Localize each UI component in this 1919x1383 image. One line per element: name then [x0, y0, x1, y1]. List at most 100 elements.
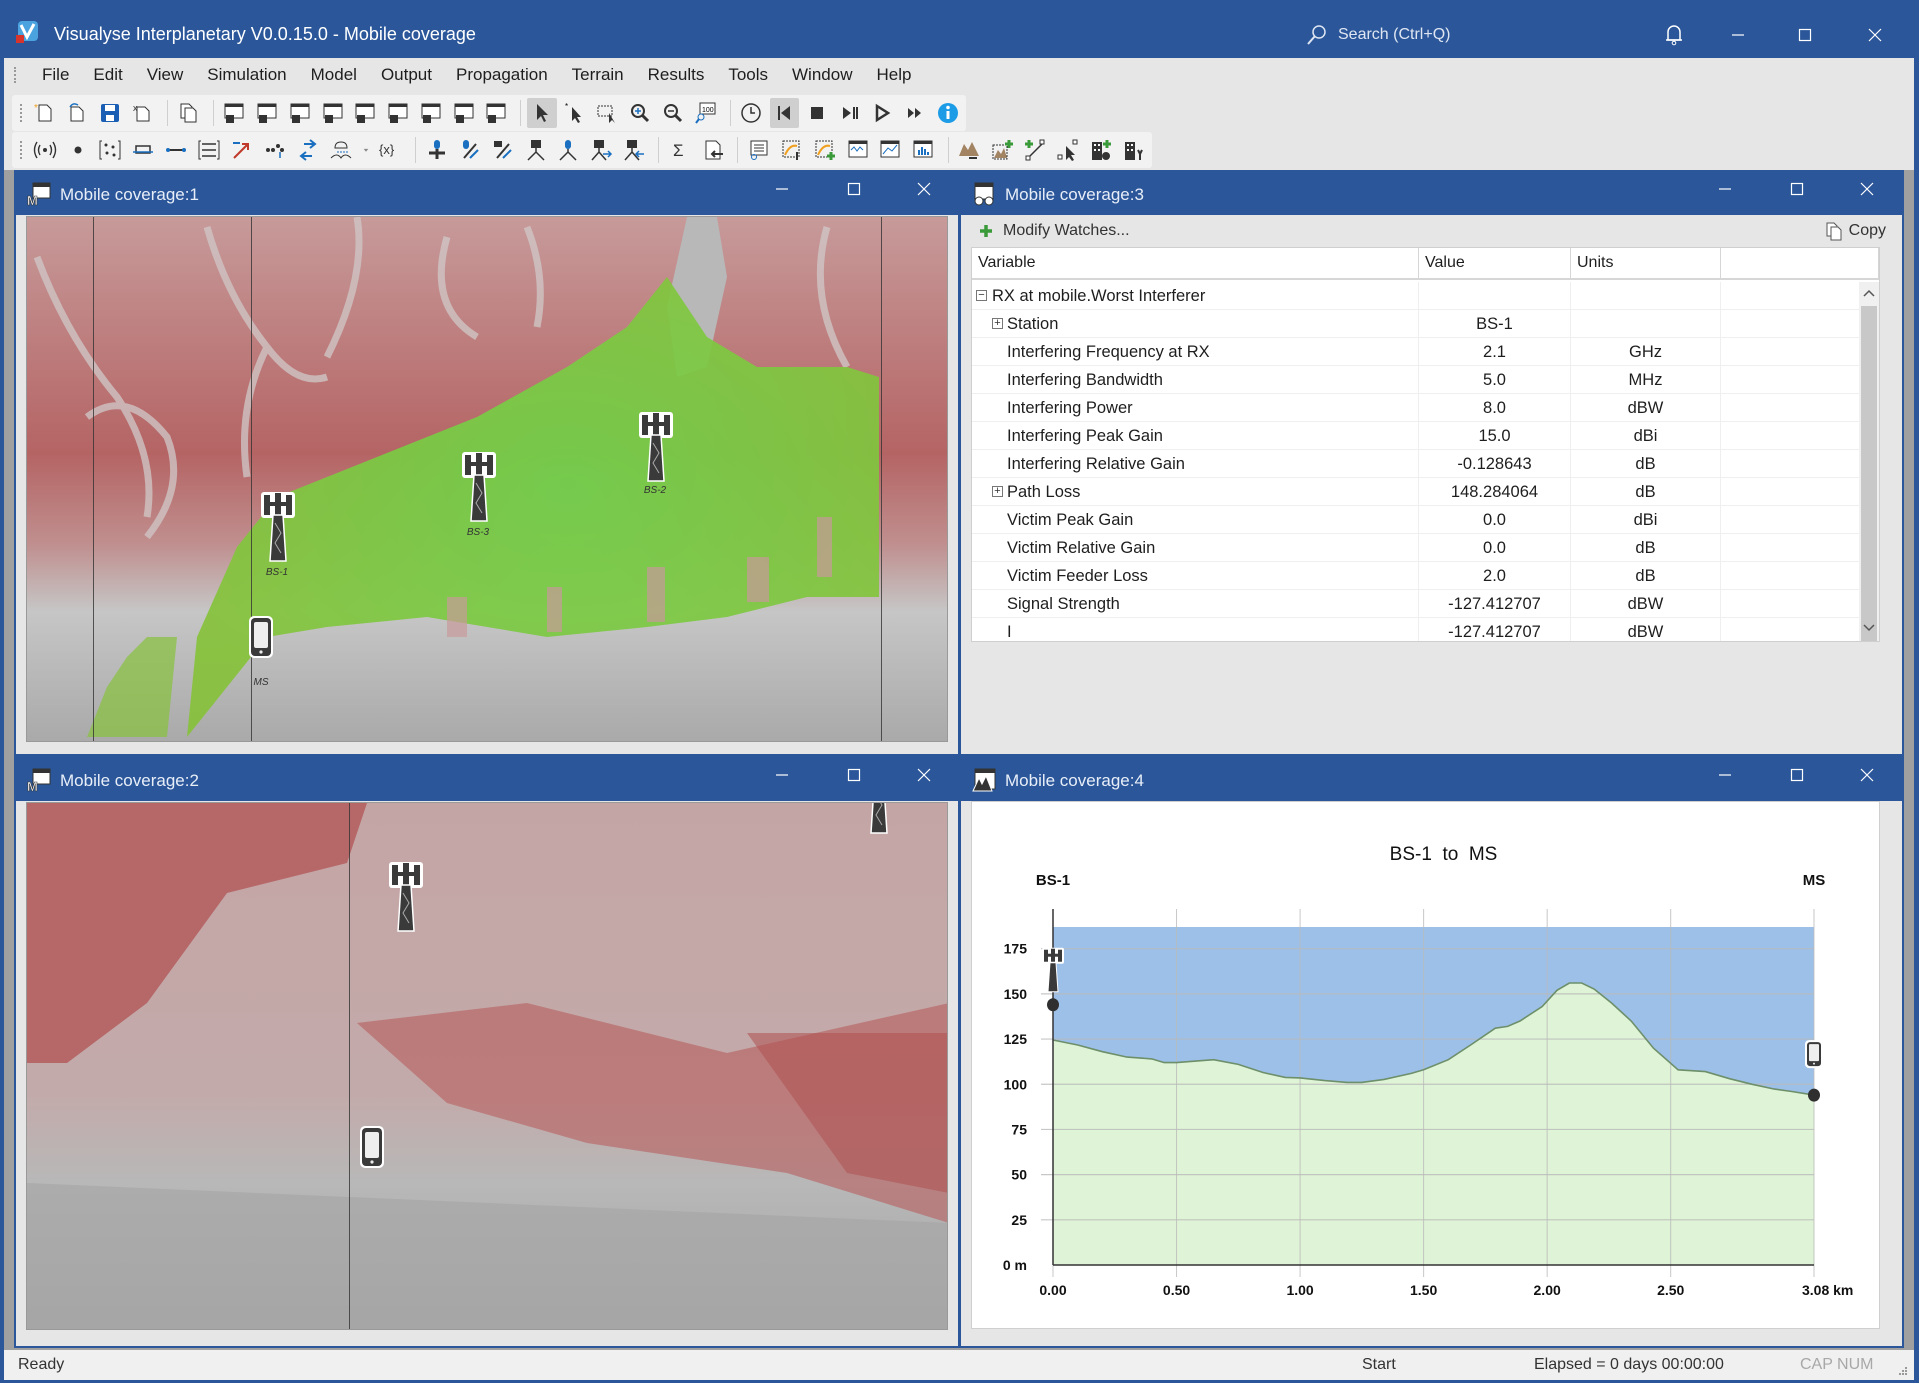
tools-view-button[interactable]	[482, 98, 511, 128]
window-minimize-button[interactable]	[767, 760, 797, 790]
menu-tools[interactable]: Tools	[716, 60, 780, 90]
terrain-button[interactable]	[955, 135, 984, 165]
zoom-100-button[interactable]: 100	[691, 98, 720, 128]
minimize-button[interactable]	[1723, 20, 1753, 50]
station-group-button[interactable]	[96, 135, 125, 165]
window-maximize-button[interactable]	[839, 174, 869, 204]
swap-button[interactable]	[293, 135, 322, 165]
station-ms[interactable]	[359, 1125, 385, 1174]
menu-terrain[interactable]: Terrain	[560, 60, 636, 90]
menu-output[interactable]: Output	[369, 60, 444, 90]
copy-button[interactable]	[174, 98, 203, 128]
histogram-button[interactable]	[909, 135, 938, 165]
window-title-bar[interactable]: M Mobile coverage:2	[16, 758, 958, 801]
resize-grip-icon[interactable]	[1898, 1366, 1908, 1376]
table-row[interactable]: Interfering Power 8.0 dBW	[972, 394, 1867, 422]
station-bs-3[interactable]	[461, 451, 497, 528]
select-rect-button[interactable]	[593, 98, 622, 128]
collapse-icon[interactable]: −	[976, 290, 987, 301]
notifications-button[interactable]	[1659, 20, 1689, 50]
sat-return-button[interactable]	[620, 135, 649, 165]
table-view-button[interactable]	[416, 98, 445, 128]
scrollbar-thumb[interactable]	[1861, 306, 1877, 641]
report-button[interactable]	[744, 135, 773, 165]
close-file-button[interactable]: x	[128, 98, 157, 128]
table-row[interactable]: + Path Loss 148.284064 dB	[972, 478, 1867, 506]
chart-xy-button[interactable]	[876, 135, 905, 165]
interference-path-button[interactable]	[227, 135, 256, 165]
window-close-button[interactable]	[1852, 760, 1882, 790]
project-view-button[interactable]	[220, 98, 249, 128]
sat-forward-button[interactable]	[587, 135, 616, 165]
close-button[interactable]	[1860, 20, 1890, 50]
expand-icon[interactable]: +	[992, 486, 1003, 497]
table-row[interactable]: − RX at mobile.Worst Interferer	[972, 282, 1867, 310]
rewind-button[interactable]	[769, 98, 799, 128]
menu-help[interactable]: Help	[864, 60, 923, 90]
window-title-bar[interactable]: M Mobile coverage:1	[16, 172, 958, 215]
table-row[interactable]: Interfering Frequency at RX 2.1 GHz	[972, 338, 1867, 366]
station-dot-button[interactable]	[63, 135, 92, 165]
clock-button[interactable]	[737, 98, 766, 128]
window-close-button[interactable]	[909, 760, 939, 790]
sat-station-button[interactable]	[422, 135, 451, 165]
stop-button[interactable]	[802, 98, 831, 128]
copy-button[interactable]: Copy	[1825, 221, 1886, 241]
window-maximize-button[interactable]	[1782, 760, 1812, 790]
menu-grip[interactable]	[14, 67, 18, 83]
station-bs-3[interactable]	[861, 803, 897, 840]
sat-victim-button[interactable]	[554, 135, 583, 165]
table-row[interactable]: + Station BS-1	[972, 310, 1867, 338]
antenna-button[interactable]	[30, 135, 59, 165]
column-header-value[interactable]: Value	[1419, 248, 1571, 278]
step-button[interactable]	[835, 98, 864, 128]
table-row[interactable]: Interfering Relative Gain -0.128643 dB	[972, 450, 1867, 478]
menu-propagation[interactable]: Propagation	[444, 60, 560, 90]
window-minimize-button[interactable]	[1710, 174, 1740, 204]
carrier-button[interactable]	[260, 135, 289, 165]
menu-model[interactable]: Model	[299, 60, 369, 90]
window-close-button[interactable]	[1852, 174, 1882, 204]
modify-watches-button[interactable]: Modify Watches...	[979, 222, 1130, 240]
coverage-edit-button[interactable]	[777, 135, 806, 165]
table-row[interactable]: Interfering Peak Gain 15.0 dBi	[972, 422, 1867, 450]
window-minimize-button[interactable]	[767, 174, 797, 204]
building-add-button[interactable]	[1086, 135, 1115, 165]
station-bs-1[interactable]	[388, 861, 424, 938]
sat-link-group-button[interactable]	[488, 135, 517, 165]
propagation-button[interactable]	[326, 135, 355, 165]
chart-time-button[interactable]	[843, 135, 872, 165]
window-maximize-button[interactable]	[1782, 174, 1812, 204]
new-button[interactable]: *	[30, 98, 59, 128]
info-button[interactable]	[933, 98, 962, 128]
dropdown-button[interactable]	[359, 135, 373, 165]
menu-view[interactable]: View	[135, 60, 196, 90]
select-pointer-button[interactable]	[527, 98, 557, 128]
expand-icon[interactable]: +	[992, 318, 1003, 329]
station-ms[interactable]	[248, 615, 274, 664]
search-box[interactable]: Search (Ctrl+Q)	[1306, 22, 1450, 48]
link-button[interactable]	[162, 135, 191, 165]
menu-simulation[interactable]: Simulation	[195, 60, 298, 90]
table-row[interactable]: Interfering Bandwidth 5.0 MHz	[972, 366, 1867, 394]
scroll-down-icon[interactable]	[1863, 623, 1875, 633]
beam-button[interactable]	[129, 135, 158, 165]
station-bs-2[interactable]	[638, 411, 674, 488]
toolbar-grip[interactable]	[20, 104, 24, 122]
path-add-button[interactable]	[1020, 135, 1049, 165]
menu-edit[interactable]: Edit	[81, 60, 134, 90]
window-minimize-button[interactable]	[1710, 760, 1740, 790]
window-title-bar[interactable]: Mobile coverage:4	[961, 758, 1902, 801]
table-row[interactable]: Signal Strength -127.412707 dBW	[972, 590, 1867, 618]
globe-view-button[interactable]	[285, 98, 314, 128]
window-maximize-button[interactable]	[839, 760, 869, 790]
vertical-scrollbar[interactable]	[1859, 282, 1879, 641]
table-row[interactable]: Victim Relative Gain 0.0 dB	[972, 534, 1867, 562]
play-button[interactable]	[868, 98, 897, 128]
fast-forward-button[interactable]	[901, 98, 930, 128]
import-button[interactable]	[698, 135, 727, 165]
maximize-button[interactable]	[1790, 20, 1820, 50]
table-row[interactable]: Victim Feeder Loss 2.0 dB	[972, 562, 1867, 590]
terrain-profile-chart[interactable]: BS-1 to MS BS-1 MS 0 m 25 50 75 100 125 150 175 0.0…	[971, 801, 1880, 1329]
map-view-button[interactable]	[252, 98, 281, 128]
